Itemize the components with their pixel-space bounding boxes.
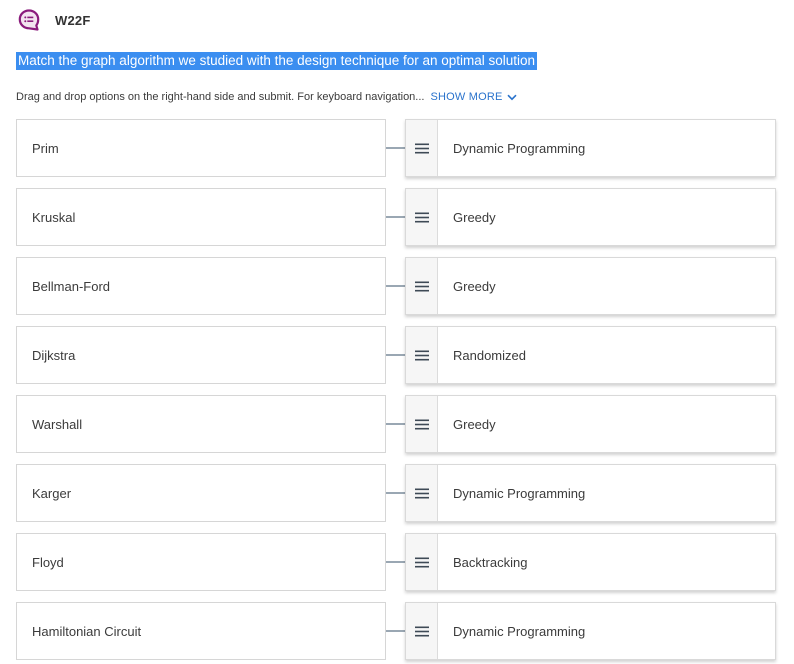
chevron-down-icon bbox=[506, 94, 517, 100]
prompt-label: Floyd bbox=[32, 554, 64, 570]
answer-option[interactable]: Greedy bbox=[405, 257, 776, 315]
connector-line bbox=[386, 147, 406, 149]
question-title: W22F bbox=[55, 12, 91, 28]
answer-label: Randomized bbox=[453, 347, 526, 363]
answer-label: Greedy bbox=[453, 416, 496, 432]
answer-label: Greedy bbox=[453, 278, 496, 294]
drag-handle[interactable] bbox=[406, 120, 438, 176]
drag-handle[interactable] bbox=[406, 189, 438, 245]
answer-label: Dynamic Programming bbox=[453, 623, 586, 639]
drag-handle-icon bbox=[414, 419, 429, 429]
prompt-item: Warshall bbox=[16, 395, 386, 453]
answer-label: Dynamic Programming bbox=[453, 140, 586, 156]
drag-handle-icon bbox=[414, 557, 429, 567]
drag-handle-icon bbox=[414, 143, 429, 153]
connector-line bbox=[386, 423, 406, 425]
drag-handle-icon bbox=[414, 488, 429, 498]
connector-line bbox=[386, 285, 406, 287]
answer-option[interactable]: Dynamic Programming bbox=[405, 602, 776, 660]
drag-handle[interactable] bbox=[406, 534, 438, 590]
answer-label: Backtracking bbox=[453, 554, 528, 570]
matching-row: Prim Dynamic Programming bbox=[16, 119, 776, 177]
answer-option[interactable]: Backtracking bbox=[405, 533, 776, 591]
prompt-label: Kruskal bbox=[32, 209, 76, 225]
connector-line bbox=[386, 216, 406, 218]
prompt-label: Warshall bbox=[32, 416, 83, 432]
drag-handle[interactable] bbox=[406, 396, 438, 452]
matching-row: Bellman-Ford Greedy bbox=[16, 257, 776, 315]
answer-option[interactable]: Dynamic Programming bbox=[405, 464, 776, 522]
prompt-label: Dijkstra bbox=[32, 347, 76, 363]
prompt-label: Bellman-Ford bbox=[32, 278, 111, 294]
answer-label: Greedy bbox=[453, 209, 496, 225]
prompt-item: Karger bbox=[16, 464, 386, 522]
connector-line bbox=[386, 492, 406, 494]
drag-handle-icon bbox=[414, 212, 429, 222]
answer-option[interactable]: Greedy bbox=[405, 395, 776, 453]
show-more-button[interactable]: SHOW MORE bbox=[430, 91, 517, 103]
answer-option[interactable]: Greedy bbox=[405, 188, 776, 246]
answer-option[interactable]: Dynamic Programming bbox=[405, 119, 776, 177]
question-header: W22F bbox=[17, 8, 90, 32]
prompt-item: Hamiltonian Circuit bbox=[16, 602, 386, 660]
question-prompt: Match the graph algorithm we studied wit… bbox=[16, 52, 538, 70]
matching-row: Karger Dynamic Programming bbox=[16, 464, 776, 522]
prompt-item: Floyd bbox=[16, 533, 386, 591]
drag-handle-icon bbox=[414, 281, 429, 291]
drag-handle[interactable] bbox=[406, 465, 438, 521]
drag-handle[interactable] bbox=[406, 327, 438, 383]
matching-row: Hamiltonian Circuit Dynamic Programming bbox=[16, 602, 776, 660]
answer-label: Dynamic Programming bbox=[453, 485, 586, 501]
prompt-label: Karger bbox=[32, 485, 72, 501]
answer-option[interactable]: Randomized bbox=[405, 326, 776, 384]
drag-handle-icon bbox=[414, 626, 429, 636]
connector-line bbox=[386, 630, 406, 632]
matching-row: Dijkstra Randomized bbox=[16, 326, 776, 384]
matching-list: Prim Dynamic Programming Kruskal Greedy … bbox=[16, 119, 776, 664]
connector-line bbox=[386, 354, 406, 356]
instructions: Drag and drop options on the right-hand … bbox=[16, 91, 517, 103]
prompt-item: Dijkstra bbox=[16, 326, 386, 384]
matching-row: Warshall Greedy bbox=[16, 395, 776, 453]
show-more-label: SHOW MORE bbox=[430, 91, 503, 103]
drag-handle[interactable] bbox=[406, 603, 438, 659]
prompt-item: Bellman-Ford bbox=[16, 257, 386, 315]
prompt-label: Prim bbox=[32, 140, 59, 156]
drag-handle[interactable] bbox=[406, 258, 438, 314]
prompt-item: Prim bbox=[16, 119, 386, 177]
prompt-label: Hamiltonian Circuit bbox=[32, 623, 142, 639]
matching-row: Kruskal Greedy bbox=[16, 188, 776, 246]
drag-handle-icon bbox=[414, 350, 429, 360]
connector-line bbox=[386, 561, 406, 563]
instructions-text: Drag and drop options on the right-hand … bbox=[16, 91, 425, 103]
chat-list-icon bbox=[17, 8, 41, 32]
matching-row: Floyd Backtracking bbox=[16, 533, 776, 591]
prompt-item: Kruskal bbox=[16, 188, 386, 246]
